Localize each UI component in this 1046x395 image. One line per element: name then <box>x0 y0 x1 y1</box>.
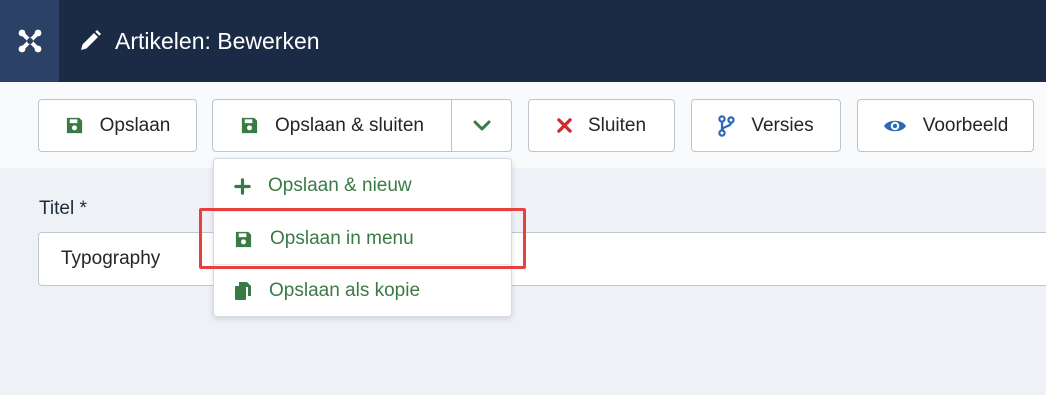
chevron-down-icon <box>473 120 490 130</box>
save-and-new-label: Opslaan & nieuw <box>268 175 412 196</box>
joomla-icon <box>18 29 41 53</box>
save-icon <box>66 117 82 134</box>
menu-divider <box>214 211 511 212</box>
preview-button-label: Voorbeeld <box>922 114 1009 136</box>
save-options-dropdown: Opslaan & nieuw Opslaan in menu Opslaan … <box>213 158 512 317</box>
save-icon <box>235 231 252 247</box>
copy-icon <box>235 282 251 300</box>
code-branch-icon <box>718 114 736 137</box>
close-button-label: Sluiten <box>587 114 647 136</box>
header-bar: Artikelen: Bewerken <box>0 0 1046 82</box>
save-as-copy-label: Opslaan als kopie <box>269 280 421 301</box>
save-icon <box>241 117 258 134</box>
preview-button[interactable]: Voorbeeld <box>857 99 1034 152</box>
close-button[interactable]: Sluiten <box>528 99 675 152</box>
save-as-copy-item[interactable]: Opslaan als kopie <box>214 265 511 317</box>
save-to-menu-label: Opslaan in menu <box>270 228 414 249</box>
pencil-icon <box>81 30 101 50</box>
save-options-toggle[interactable] <box>451 99 512 152</box>
plus-icon <box>234 177 251 195</box>
save-button[interactable]: Opslaan <box>38 99 197 152</box>
save-to-menu-item[interactable]: Opslaan in menu <box>214 213 511 265</box>
eye-icon <box>883 120 906 131</box>
versions-button[interactable]: Versies <box>691 99 841 152</box>
versions-button-label: Versies <box>751 114 814 136</box>
close-icon <box>557 118 572 133</box>
save-and-new-item[interactable]: Opslaan & nieuw <box>214 160 511 212</box>
save-close-button-label: Opslaan & sluiten <box>275 114 424 136</box>
title-label: Titel * <box>39 198 87 219</box>
logo[interactable] <box>0 0 59 82</box>
page-title: Artikelen: Bewerken <box>115 27 320 54</box>
save-button-label: Opslaan <box>99 114 171 136</box>
title-input[interactable]: Typography <box>38 232 1046 286</box>
save-close-button[interactable]: Opslaan & sluiten <box>212 99 452 152</box>
